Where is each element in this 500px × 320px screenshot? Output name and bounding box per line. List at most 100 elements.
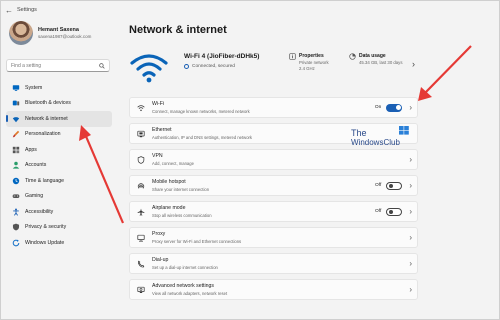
chevron-right-icon[interactable]: › — [409, 155, 412, 164]
properties-title: Properties — [299, 53, 324, 59]
profile-name: Hemant Saxena — [38, 27, 79, 33]
card-airplane-mode[interactable]: Airplane mode Stop all wireless communic… — [129, 201, 418, 222]
wifi-toggle[interactable] — [386, 103, 403, 112]
page-title: Network & internet — [129, 24, 227, 36]
search-placeholder: Find a setting — [11, 62, 42, 69]
sidebar-item-label: Personalization — [25, 131, 61, 138]
sidebar-item-time-language[interactable]: Time & language — [6, 173, 112, 189]
card-vpn[interactable]: VPN Add, connect, manage › — [129, 149, 418, 170]
chevron-right-icon[interactable]: › — [409, 181, 412, 190]
chevron-right-icon[interactable]: › — [409, 233, 412, 242]
main-content: Network & internet Wi-Fi 4 (JioFiber-dDH… — [119, 19, 499, 319]
chevron-right-icon[interactable]: › — [409, 207, 412, 216]
shield-icon — [12, 223, 20, 231]
clock-globe-icon — [12, 177, 20, 185]
watermark-line1: The — [351, 128, 367, 138]
data-usage-link[interactable]: Data usage 45.34 GB, last 30 days — [349, 53, 402, 65]
sidebar-item-label: Accounts — [25, 162, 47, 169]
chevron-right-icon[interactable]: › — [409, 103, 412, 112]
card-mobile-hotspot[interactable]: Mobile hotspot Share your internet conne… — [129, 175, 418, 196]
card-dial-up[interactable]: Dial-up Set up a dial-up internet connec… — [129, 253, 418, 274]
card-subtitle: Share your internet connection — [152, 186, 210, 192]
card-title: Dial-up — [152, 257, 169, 264]
sidebar-item-label: Apps — [25, 146, 37, 153]
apps-icon — [12, 146, 20, 154]
advanced-network-icon — [130, 280, 152, 299]
sidebar-item-bluetooth-devices[interactable]: Bluetooth & devices — [6, 96, 112, 112]
properties-line1: Private network — [299, 60, 329, 65]
sidebar-item-label: Windows Update — [25, 239, 65, 246]
info-icon — [289, 53, 296, 60]
data-usage-title: Data usage — [359, 53, 386, 59]
sidebar: Hemant Saxena saxena1987@outlook.com Fin… — [1, 19, 119, 319]
sidebar-item-accessibility[interactable]: Accessibility — [6, 204, 112, 220]
sidebar-item-privacy-security[interactable]: Privacy & security — [6, 220, 112, 236]
properties-link[interactable]: Properties Private network 2.4 GHz — [289, 53, 329, 71]
globe-icon — [184, 64, 189, 69]
wifi-large-icon — [130, 54, 168, 83]
connection-status-text: Connected, secured — [192, 64, 235, 69]
card-advanced-network-settings[interactable]: Advanced network settings View all netwo… — [129, 279, 418, 300]
card-proxy[interactable]: Proxy Proxy server for Wi-Fi and Etherne… — [129, 227, 418, 248]
card-wifi[interactable]: Wi-Fi Connect, manage known networks, me… — [129, 97, 418, 118]
data-usage-chevron-icon[interactable]: › — [412, 59, 415, 69]
accessibility-icon — [12, 208, 20, 216]
data-usage-icon — [349, 53, 356, 60]
card-title: Proxy — [152, 231, 166, 238]
sidebar-nav: System Bluetooth & devices Network & int… — [6, 80, 112, 251]
connection-summary: Wi-Fi 4 (JioFiber-dDHk5) Connected, secu… — [129, 47, 439, 97]
title-bar: ← Settings — [1, 1, 499, 19]
card-subtitle: Set up a dial-up internet connection — [152, 264, 218, 270]
card-subtitle: Add, connect, manage — [152, 160, 194, 166]
connection-name: Wi-Fi 4 (JioFiber-dDHk5) — [184, 53, 260, 60]
bluetooth-icon — [12, 99, 20, 107]
card-title: Mobile hotspot — [152, 179, 186, 186]
chevron-right-icon[interactable]: › — [409, 259, 412, 268]
sidebar-item-label: Privacy & security — [25, 224, 67, 231]
watermark-line2: WindowsClub — [351, 138, 400, 147]
sidebar-item-label: Network & internet — [25, 115, 68, 122]
sidebar-item-label: Gaming — [25, 193, 44, 200]
profile-email: saxena1987@outlook.com — [38, 34, 92, 39]
card-title: Wi-Fi — [152, 101, 165, 108]
card-subtitle: View all network adapters, network reset — [152, 290, 228, 296]
avatar — [9, 21, 33, 45]
connection-status: Connected, secured — [184, 64, 235, 69]
card-subtitle: Connect, manage known networks, metered … — [152, 108, 250, 114]
monitor-icon — [12, 84, 20, 92]
airplane-toggle[interactable] — [386, 207, 403, 216]
search-input[interactable]: Find a setting — [6, 59, 110, 72]
sidebar-item-system[interactable]: System — [6, 80, 112, 96]
sidebar-item-personalization[interactable]: Personalization — [6, 127, 112, 143]
card-subtitle: Proxy server for Wi-Fi and Ethernet conn… — [152, 238, 242, 244]
wifi-icon — [12, 115, 20, 123]
sidebar-item-network-internet[interactable]: Network & internet — [6, 111, 112, 127]
proxy-icon — [130, 228, 152, 247]
sidebar-item-apps[interactable]: Apps — [6, 142, 112, 158]
card-subtitle: Stop all wireless communication — [152, 212, 212, 218]
sidebar-item-gaming[interactable]: Gaming — [6, 189, 112, 205]
card-title: Advanced network settings — [152, 283, 214, 290]
settings-window: ← Settings Hemant Saxena saxena1987@outl… — [0, 0, 500, 320]
card-title: VPN — [152, 153, 163, 160]
sidebar-item-label: Bluetooth & devices — [25, 100, 71, 107]
wifi-icon — [130, 98, 152, 117]
card-title: Airplane mode — [152, 205, 186, 212]
hotspot-toggle[interactable] — [386, 181, 403, 190]
sidebar-item-label: System — [25, 84, 43, 91]
back-arrow-icon[interactable]: ← — [1, 6, 17, 15]
chevron-right-icon[interactable]: › — [409, 285, 412, 294]
search-icon — [99, 62, 105, 69]
watermark: The WindowsClub — [351, 126, 409, 147]
brush-icon — [12, 130, 20, 138]
window-title: Settings — [17, 7, 37, 13]
airplane-icon — [130, 202, 152, 221]
properties-line2: 2.4 GHz — [299, 66, 315, 72]
user-profile[interactable]: Hemant Saxena saxena1987@outlook.com — [9, 21, 91, 45]
person-icon — [12, 161, 20, 169]
dialup-icon — [130, 254, 152, 273]
ethernet-icon — [130, 124, 152, 143]
update-icon — [12, 239, 20, 247]
sidebar-item-windows-update[interactable]: Windows Update — [6, 235, 112, 251]
sidebar-item-accounts[interactable]: Accounts — [6, 158, 112, 174]
